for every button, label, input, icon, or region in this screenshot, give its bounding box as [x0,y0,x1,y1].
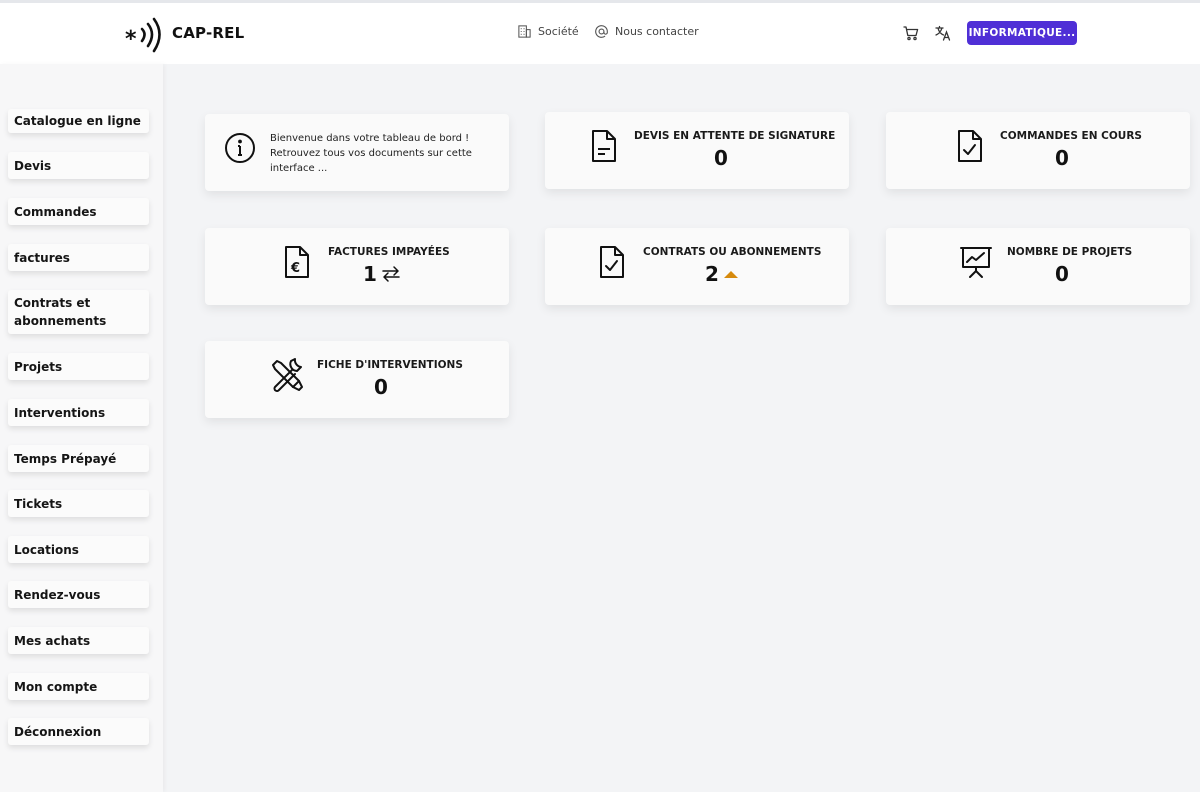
svg-text:*: * [125,27,137,52]
card-devis-value: 0 [714,146,728,170]
translate-icon[interactable] [934,24,952,42]
welcome-text: Bienvenue dans votre tableau de bord ! R… [270,133,472,174]
building-icon [518,25,531,38]
presentation-chart-icon [960,247,992,278]
at-sign-icon [595,25,608,38]
sidebar: Catalogue en ligne Devis Commandes factu… [0,64,163,792]
card-factures-value: 1 [363,262,377,286]
card-projets-value: 0 [1055,262,1069,286]
sidebar-item-temps-prepaye[interactable]: Temps Prépayé [8,445,149,472]
card-factures-impayees[interactable]: € FACTURES IMPAYÉES 1 [205,228,509,305]
card-commandes[interactable]: COMMANDES EN COURS 0 [886,112,1190,189]
document-check-icon [600,246,624,278]
sidebar-item-factures[interactable]: factures [8,244,149,271]
card-contrats-value-wrap: 2 [705,262,739,286]
info-icon [225,133,255,163]
invoice-euro-icon: € [285,246,309,278]
sidebar-item-mes-achats[interactable]: Mes achats [8,627,149,654]
card-factures-value-wrap: 1 [363,262,401,286]
card-commandes-title: COMMANDES EN COURS [1000,130,1142,142]
card-contrats-title: CONTRATS OU ABONNEMENTS [643,246,822,258]
card-interventions[interactable]: FICHE D'INTERVENTIONS 0 [205,341,509,418]
card-interventions-value: 0 [374,375,388,399]
sidebar-item-contrats[interactable]: Contrats et abonnements [8,290,149,334]
card-projets[interactable]: NOMBRE DE PROJETS 0 [886,228,1190,305]
nav-societe[interactable]: Société [517,24,579,39]
welcome-card: Bienvenue dans votre tableau de bord ! R… [205,114,509,191]
card-factures-title: FACTURES IMPAYÉES [328,246,450,258]
card-devis-title: DEVIS EN ATTENTE DE SIGNATURE [634,130,836,142]
sidebar-item-interventions[interactable]: Interventions [8,399,149,426]
sidebar-item-catalogue[interactable]: Catalogue en ligne [8,109,149,133]
document-icon [592,130,616,162]
swap-arrows-icon [382,266,400,282]
sidebar-item-devis[interactable]: Devis [8,152,149,179]
sidebar-item-projets[interactable]: Projets [8,353,149,380]
svg-text:€: € [290,261,300,276]
card-contrats[interactable]: CONTRATS OU ABONNEMENTS 2 [545,228,849,305]
sidebar-item-mon-compte[interactable]: Mon compte [8,673,149,700]
card-devis-attente[interactable]: DEVIS EN ATTENTE DE SIGNATURE 0 [545,112,849,189]
tools-icon [272,358,303,392]
sidebar-item-rendez-vous[interactable]: Rendez-vous [8,581,149,608]
card-interventions-title: FICHE D'INTERVENTIONS [317,359,463,371]
sidebar-item-tickets[interactable]: Tickets [8,490,149,517]
card-contrats-value: 2 [705,262,719,286]
sidebar-item-locations[interactable]: Locations [8,536,149,563]
brand-name[interactable]: CAP-REL [172,24,244,42]
sidebar-item-commandes[interactable]: Commandes [8,198,149,225]
logo-icon[interactable]: * [124,15,166,53]
document-check-icon [958,130,982,162]
nav-societe-label: Société [538,25,579,38]
nav-contact-label: Nous contacter [615,25,699,38]
top-header: * CAP-REL Société Nous contacter INFORMA… [0,3,1200,64]
sidebar-item-deconnexion[interactable]: Déconnexion [8,718,149,745]
card-projets-title: NOMBRE DE PROJETS [1007,246,1133,258]
cart-icon[interactable] [902,24,920,42]
nav-contact[interactable]: Nous contacter [594,24,699,39]
account-menu-button[interactable]: INFORMATIQUE... [967,21,1077,45]
card-commandes-value: 0 [1055,146,1069,170]
caret-up-icon [723,271,738,278]
